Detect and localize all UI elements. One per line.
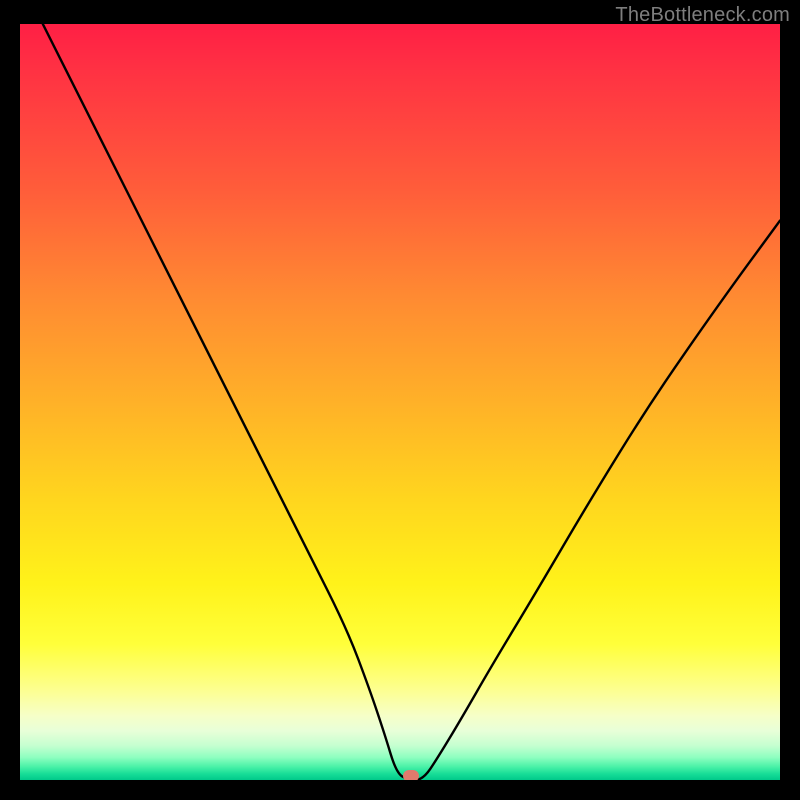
watermark-text: TheBottleneck.com — [615, 4, 790, 27]
curve-path — [43, 24, 780, 780]
plot-area — [20, 24, 780, 780]
bottleneck-curve — [20, 24, 780, 780]
chart-stage: TheBottleneck.com — [0, 0, 800, 800]
optimal-point-marker — [403, 770, 419, 780]
